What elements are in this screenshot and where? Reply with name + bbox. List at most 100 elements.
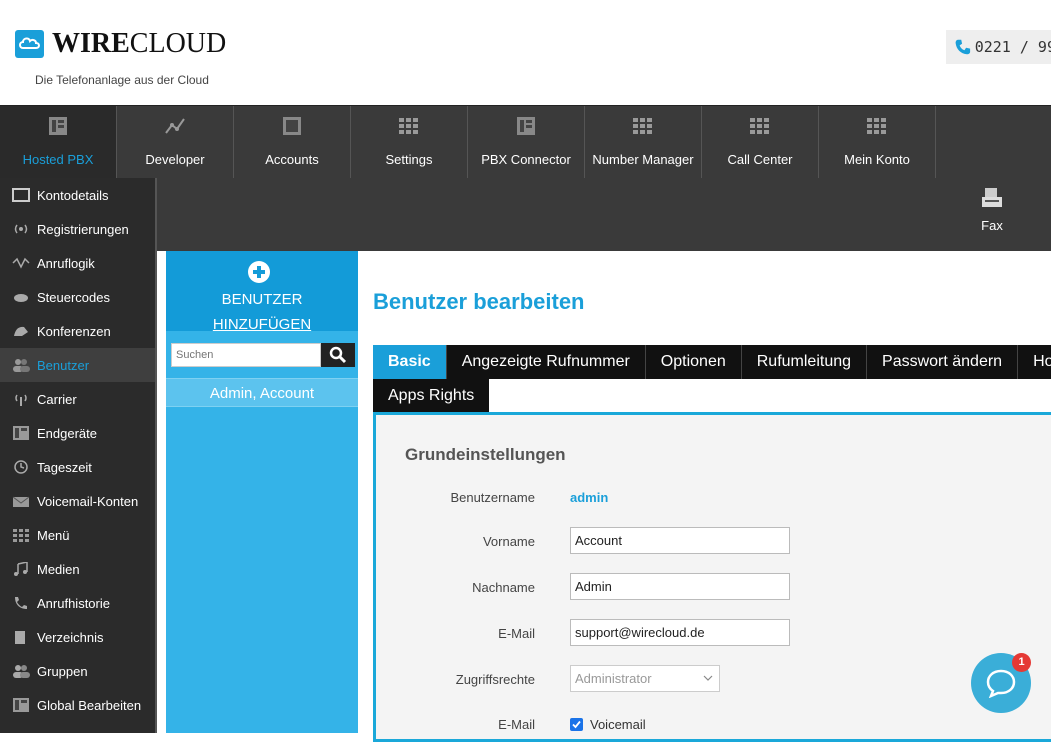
users-icon	[13, 665, 30, 678]
tab-optionen[interactable]: Optionen	[646, 345, 742, 379]
logo-regular: CLOUD	[129, 28, 227, 59]
sidebar-item-label: Benutzer	[37, 357, 90, 373]
antenna-icon	[15, 394, 27, 406]
sidebar-item-label: Steuercodes	[37, 289, 110, 305]
fax-label: Fax	[981, 218, 1003, 233]
add-user-label-line1: BENUTZER	[221, 291, 303, 308]
chart-icon	[165, 118, 185, 134]
topnav-mein-konto[interactable]: Mein Konto	[819, 106, 936, 179]
grid-icon	[13, 529, 29, 542]
add-user-label-line2: HINZUFÜGEN	[212, 316, 312, 333]
sidebar-item-label: Tageszeit	[37, 459, 92, 475]
sidebar-item-kontodetails[interactable]: Kontodetails	[0, 178, 157, 212]
firstname-field[interactable]	[570, 527, 790, 554]
topnav-label: Hosted PBX	[22, 152, 94, 167]
sidebar-divider	[155, 178, 157, 733]
flow-icon	[12, 257, 30, 269]
lastname-label: Nachname	[472, 580, 535, 595]
building-icon	[49, 117, 67, 135]
search-button[interactable]	[321, 343, 355, 367]
list-item[interactable]: Admin, Account	[166, 378, 358, 407]
tagline: Die Telefonanlage aus der Cloud	[35, 73, 209, 87]
topnav-settings[interactable]: Settings	[351, 106, 468, 179]
access-select[interactable]: Administrator	[570, 665, 720, 692]
conference-icon	[14, 326, 28, 336]
topnav-label: Settings	[385, 152, 433, 167]
section-title: Grundeinstellungen	[405, 445, 566, 464]
access-value: Administrator	[575, 671, 652, 686]
topnav-hosted-pbx[interactable]: Hosted PBX	[0, 106, 117, 179]
username-label: Benutzername	[450, 490, 535, 505]
sidebar-item-konferenzen[interactable]: Konferenzen	[0, 314, 157, 348]
sidebar-item-label: Konferenzen	[37, 323, 111, 339]
sidebar-item-label: Voicemail-Konten	[37, 493, 139, 509]
user-search	[171, 343, 355, 367]
signal-icon	[14, 224, 28, 234]
search-input[interactable]	[171, 343, 321, 367]
topnav-label: PBX Connector	[481, 152, 571, 167]
tab-passwort-aendern[interactable]: Passwort ändern	[867, 345, 1019, 379]
device-icon	[13, 698, 29, 712]
topnav-developer[interactable]: Developer	[117, 106, 234, 179]
sidebar-item-gruppen[interactable]: Gruppen	[0, 654, 157, 688]
topnav-label: Mein Konto	[844, 152, 910, 167]
sidebar-item-tageszeit[interactable]: Tageszeit	[0, 450, 157, 484]
add-user-button[interactable]: BENUTZER HINZUFÜGEN	[166, 251, 358, 333]
grid-icon	[867, 118, 886, 134]
email-label: E-Mail	[498, 626, 535, 641]
grid-icon	[750, 118, 769, 134]
window-icon	[12, 188, 30, 202]
topnav-pbx-connector[interactable]: PBX Connector	[468, 106, 585, 179]
sidebar-item-verzeichnis[interactable]: Verzeichnis	[0, 620, 157, 654]
sidebar-item-steuercodes[interactable]: Steuercodes	[0, 280, 157, 314]
search-icon	[329, 346, 347, 364]
top-navigation: Hosted PBX Developer Accounts Settings P…	[0, 105, 1051, 179]
sidebar-item-voicemail-konten[interactable]: Voicemail-Konten	[0, 484, 157, 518]
topnav-label: Number Manager	[592, 152, 694, 167]
header: WIRECLOUD Die Telefonanlage aus der Clou…	[0, 0, 1051, 105]
topnav-label: Accounts	[265, 152, 319, 167]
sidebar-item-carrier[interactable]: Carrier	[0, 382, 157, 416]
handset-icon	[14, 294, 28, 302]
access-label: Zugriffsrechte	[455, 672, 535, 687]
topnav-label: Call Center	[727, 152, 793, 167]
email-field[interactable]	[570, 619, 790, 646]
lastname-field[interactable]	[570, 573, 790, 600]
voicemail-checkbox[interactable]: Voicemail	[570, 717, 646, 732]
topnav-accounts[interactable]: Accounts	[234, 106, 351, 179]
sidebar-item-label: Carrier	[37, 391, 77, 407]
device-icon	[13, 426, 29, 440]
tab-bar: Basic Angezeigte Rufnummer Optionen Rufu…	[373, 345, 1051, 379]
tab-angezeigte-rufnummer[interactable]: Angezeigte Rufnummer	[447, 345, 646, 379]
tab-ho[interactable]: Ho	[1018, 345, 1051, 379]
sidebar-item-label: Menü	[37, 527, 70, 543]
users-icon	[13, 359, 30, 372]
sidebar-item-label: Registrierungen	[37, 221, 129, 237]
sidebar-item-medien[interactable]: Medien	[0, 552, 157, 586]
tab-basic[interactable]: Basic	[373, 345, 447, 379]
sidebar-item-anrufhistorie[interactable]: Anrufhistorie	[0, 586, 157, 620]
sidebar-item-benutzer[interactable]: Benutzer	[0, 348, 157, 382]
tab-apps-rights[interactable]: Apps Rights	[373, 379, 490, 412]
sidebar-item-endgeraete[interactable]: Endgeräte	[0, 416, 157, 450]
fax-button[interactable]: Fax	[972, 187, 1012, 233]
grid-icon	[633, 118, 652, 134]
phone-text: 0221 / 99	[974, 38, 1051, 56]
secondary-toolbar	[155, 178, 1051, 251]
user-list-panel: BENUTZER HINZUFÜGEN Admin, Account	[166, 251, 358, 733]
sidebar-item-label: Anruflogik	[37, 255, 95, 271]
topnav-call-center[interactable]: Call Center	[702, 106, 819, 179]
sidebar-item-menue[interactable]: Menü	[0, 518, 157, 552]
sidebar-item-global-bearbeiten[interactable]: Global Bearbeiten	[0, 688, 157, 722]
sidebar-item-anruflogik[interactable]: Anruflogik	[0, 246, 157, 280]
notification-badge: 1	[1012, 653, 1031, 672]
topnav-number-manager[interactable]: Number Manager	[585, 106, 702, 179]
voicemail-label: Voicemail	[590, 717, 646, 732]
username-value: admin	[570, 490, 609, 505]
sidebar-item-label: Endgeräte	[37, 425, 97, 441]
phone-number[interactable]: 0221 / 99	[946, 30, 1051, 64]
tab-rufumleitung[interactable]: Rufumleitung	[742, 345, 868, 379]
sidebar-item-label: Global Bearbeiten	[37, 697, 142, 713]
logo-text[interactable]: WIRECLOUD	[52, 28, 226, 60]
sidebar-item-registrierungen[interactable]: Registrierungen	[0, 212, 157, 246]
